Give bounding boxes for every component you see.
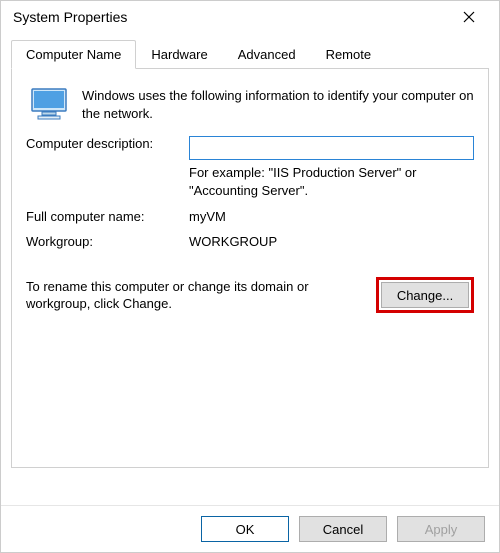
- window-title: System Properties: [13, 9, 127, 25]
- tab-hardware[interactable]: Hardware: [136, 40, 222, 69]
- title-bar: System Properties: [1, 1, 499, 33]
- system-properties-window: System Properties Computer Name Hardware…: [0, 0, 500, 553]
- change-button[interactable]: Change...: [381, 282, 469, 308]
- tab-panel-computer-name: Windows uses the following information t…: [11, 68, 489, 468]
- content-area: Computer Name Hardware Advanced Remote: [1, 33, 499, 505]
- tab-strip: Computer Name Hardware Advanced Remote: [11, 39, 489, 68]
- workgroup-value: WORKGROUP: [189, 234, 474, 249]
- fullname-value: myVM: [189, 209, 474, 224]
- close-icon[interactable]: [449, 3, 489, 31]
- computer-icon: [30, 87, 70, 124]
- desc-label: Computer description:: [26, 136, 181, 151]
- rename-text: To rename this computer or change its do…: [26, 278, 366, 313]
- intro-text: Windows uses the following information t…: [82, 87, 474, 122]
- desc-hint: For example: "IIS Production Server" or …: [189, 164, 474, 199]
- tab-computer-name[interactable]: Computer Name: [11, 40, 136, 69]
- apply-button[interactable]: Apply: [397, 516, 485, 542]
- change-button-highlight: Change...: [376, 277, 474, 313]
- ok-button[interactable]: OK: [201, 516, 289, 542]
- tab-remote[interactable]: Remote: [311, 40, 387, 69]
- fullname-label: Full computer name:: [26, 209, 181, 224]
- workgroup-label: Workgroup:: [26, 234, 181, 249]
- dialog-footer: OK Cancel Apply: [1, 505, 499, 552]
- tab-advanced[interactable]: Advanced: [223, 40, 311, 69]
- cancel-button[interactable]: Cancel: [299, 516, 387, 542]
- computer-description-input[interactable]: [189, 136, 474, 160]
